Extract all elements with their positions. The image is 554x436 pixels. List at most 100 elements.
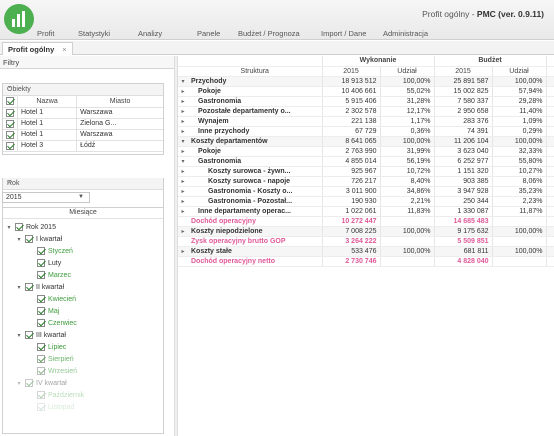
expand-icon[interactable]: ▸ <box>178 206 188 217</box>
tab-filtry[interactable]: Filtry <box>3 58 19 67</box>
checkbox-select-all[interactable] <box>6 97 14 106</box>
checkbox[interactable] <box>25 379 33 387</box>
tree-node-q4[interactable]: ▾ IV kwartał <box>15 377 67 389</box>
tree-node-month[interactable]: Sierpień <box>35 353 74 365</box>
tab-profit-ogolny[interactable]: Profit ogólny × <box>2 42 73 55</box>
table-row[interactable]: ▸ Gastronomia 5 915 406 31,28% 7 580 337 29,2… <box>178 96 554 107</box>
menu-import[interactable]: Import / Dane <box>321 29 366 38</box>
expand-icon[interactable]: ▸ <box>178 196 188 207</box>
select-all-cell[interactable] <box>3 96 18 108</box>
menu-administracja[interactable]: Administracja <box>383 29 428 38</box>
expand-icon[interactable]: ▸ <box>178 186 188 197</box>
tree-node-q2[interactable]: ▾ II kwartał <box>15 281 64 293</box>
table-row[interactable]: ▸ Wynajem 221 138 1,17% 283 376 1,09% <box>178 116 554 127</box>
table-row[interactable]: Dochód operacyjny netto 2 730 746 4 828 04… <box>178 256 554 267</box>
tree-node-month[interactable]: Styczeń <box>35 245 73 257</box>
table-row[interactable]: ▾ Gastronomia 4 855 014 56,19% 6 252 977 55,8… <box>178 156 554 167</box>
table-row[interactable]: ▸ Inne departamenty operac... 1 022 061 11,… <box>178 206 554 217</box>
table-row[interactable]: ▸ Gastronomia - Koszty o... 3 011 900 34,86… <box>178 186 554 197</box>
row-checkbox-cell[interactable] <box>3 107 18 119</box>
expand-icon[interactable]: ▸ <box>178 226 188 237</box>
table-row[interactable]: Hotel 1 Warszawa <box>3 107 163 119</box>
menu-statystyki[interactable]: Statystyki <box>78 29 110 38</box>
expand-icon[interactable]: ▸ <box>178 166 188 177</box>
expand-icon[interactable]: ▸ <box>178 116 188 127</box>
table-row[interactable]: ▾ Koszty departamentów 8 641 065 100,00% 11 … <box>178 136 554 147</box>
expand-icon[interactable]: ▾ <box>15 380 23 387</box>
tree-node-month[interactable]: Wrzesień <box>35 365 77 377</box>
row-checkbox-cell[interactable] <box>3 129 18 141</box>
close-icon[interactable]: × <box>62 45 66 54</box>
checkbox[interactable] <box>37 403 45 411</box>
expand-icon[interactable]: ▾ <box>15 332 23 339</box>
expand-icon[interactable]: ▾ <box>178 136 188 147</box>
expand-icon[interactable]: ▸ <box>178 86 188 97</box>
objects-panel-header[interactable]: Obiekty ⌃ <box>3 84 163 96</box>
table-row[interactable]: ▸ Inne przychody 67 729 0,36% 74 391 0,29% <box>178 126 554 137</box>
tree-node-month[interactable]: Marzec <box>35 269 71 281</box>
tree-node-q3[interactable]: ▾ III kwartał <box>15 329 66 341</box>
tree-node-month[interactable]: Maj <box>35 305 59 317</box>
tree-node-month[interactable]: Czerwiec <box>35 317 77 329</box>
checkbox[interactable] <box>25 283 33 291</box>
checkbox[interactable] <box>6 141 14 150</box>
table-row[interactable]: ▸ Koszty surowca - napoje 726 217 8,40% 903 … <box>178 176 554 187</box>
checkbox[interactable] <box>37 271 45 279</box>
row-checkbox-cell[interactable] <box>3 118 18 130</box>
menu-analizy[interactable]: Analizy <box>138 29 162 38</box>
year-panel-header[interactable]: Rok ⌃ <box>3 178 163 190</box>
expand-icon[interactable]: ▸ <box>178 106 188 117</box>
menu-budzet[interactable]: Budżet / Prognoza <box>238 29 300 38</box>
expand-icon[interactable]: ▾ <box>15 236 23 243</box>
tree-node-month[interactable]: Październik <box>35 389 84 401</box>
col-budget-share[interactable]: Udział <box>492 66 547 77</box>
table-row[interactable]: ▸ Gastronomia - Pozostał... 190 930 2,21% 25… <box>178 196 554 207</box>
tree-node-q1[interactable]: ▾ I kwartał <box>15 233 62 245</box>
table-row[interactable]: ▸ Koszty niepodzielone 7 008 225 100,00% 9 1… <box>178 226 554 237</box>
table-row[interactable]: ▸ Pozostałe departamenty o... 2 302 578 12,… <box>178 106 554 117</box>
checkbox[interactable] <box>25 235 33 243</box>
col-struktura[interactable]: Struktura <box>188 66 323 77</box>
col-budget-2015[interactable]: 2015 <box>434 66 493 77</box>
table-row[interactable]: ▸ Koszty stałe 533 476 100,00% 681 811 100,00… <box>178 246 554 257</box>
checkbox[interactable] <box>15 223 23 231</box>
collapse-icon[interactable]: ⌃ <box>7 85 158 94</box>
expand-icon[interactable]: ▸ <box>178 246 188 257</box>
checkbox[interactable] <box>37 343 45 351</box>
col-exec-2015[interactable]: 2015 <box>322 66 381 77</box>
menu-panele[interactable]: Panele <box>197 29 220 38</box>
col-next[interactable]: 2 <box>546 66 554 77</box>
expand-icon[interactable]: ▸ <box>178 126 188 137</box>
table-row[interactable]: ▸Pokoje10 406 66155,02%15 002 82557,94%1… <box>178 86 554 97</box>
year-select[interactable]: 2015 ▼ <box>2 192 90 203</box>
checkbox[interactable] <box>37 355 45 363</box>
table-row[interactable]: Hotel 1 Warszawa <box>3 129 163 141</box>
row-checkbox-cell[interactable] <box>3 140 18 152</box>
menu-profit[interactable]: Profit <box>37 29 55 38</box>
expand-icon[interactable]: ▸ <box>178 176 188 187</box>
col-exec-share[interactable]: Udział <box>380 66 435 77</box>
checkbox[interactable] <box>37 247 45 255</box>
expand-icon[interactable]: ▾ <box>5 224 13 231</box>
checkbox[interactable] <box>37 259 45 267</box>
tree-node-month[interactable]: Kwiecień <box>35 293 76 305</box>
checkbox[interactable] <box>37 295 45 303</box>
checkbox[interactable] <box>6 130 14 139</box>
expand-icon[interactable]: ▾ <box>178 76 188 87</box>
tree-node-year[interactable]: ▾ Rok 2015 <box>5 221 56 233</box>
table-row[interactable]: ▸ Koszty surowca - żywn... 925 967 10,72% 1 … <box>178 166 554 177</box>
checkbox[interactable] <box>37 367 45 375</box>
expand-icon[interactable]: ▸ <box>178 96 188 107</box>
table-row[interactable]: ▾ Przychody 18 913 512 100,00% 25 891 587 100… <box>178 76 554 87</box>
tree-node-month[interactable]: Lipiec <box>35 341 66 353</box>
checkbox[interactable] <box>37 391 45 399</box>
expand-icon[interactable]: ▾ <box>15 284 23 291</box>
tree-node-month[interactable]: Luty <box>35 257 61 269</box>
table-row[interactable]: Dochód operacyjny10 272 447 14 685 483 12 <box>178 216 554 227</box>
tree-node-month[interactable]: Listopad <box>35 401 74 413</box>
checkbox[interactable] <box>37 319 45 327</box>
table-row[interactable]: Zysk operacyjny brutto GOP 3 264 222 5 509… <box>178 236 554 247</box>
table-row[interactable]: Hotel 1 Zielona G... <box>3 118 163 130</box>
checkbox[interactable] <box>6 119 14 128</box>
table-row[interactable]: Hotel 3 Łódź <box>3 140 163 152</box>
